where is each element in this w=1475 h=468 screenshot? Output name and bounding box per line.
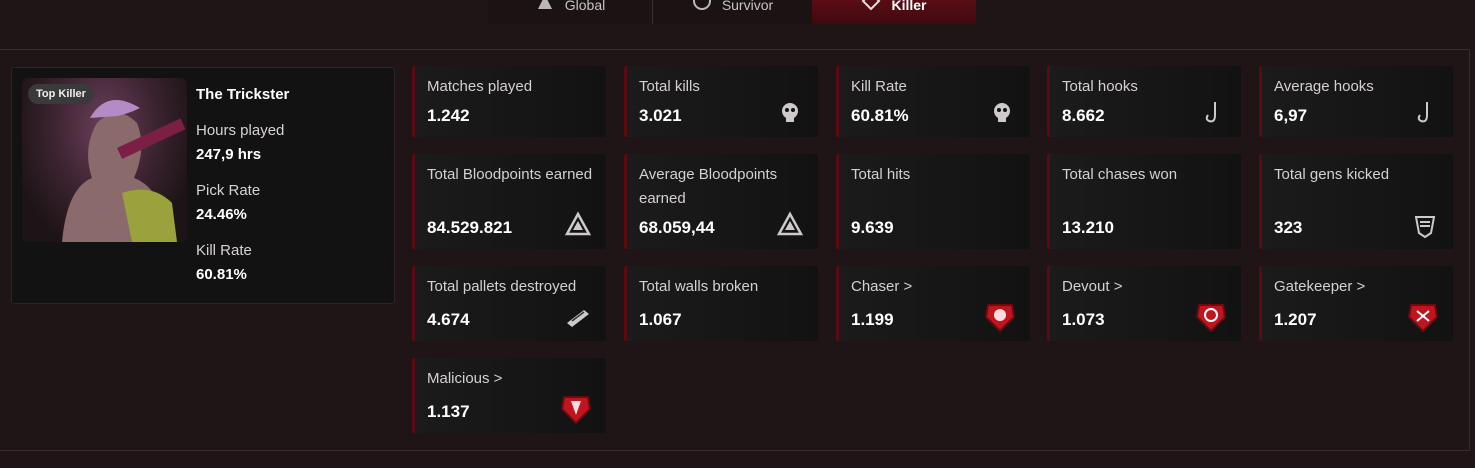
pallet-icon: [567, 310, 589, 327]
tab-survivor[interactable]: Survivor: [652, 0, 812, 24]
stat-value: 9.639: [851, 218, 894, 237]
hours-played-value: 247,9 hrs: [196, 146, 262, 163]
stat-label: Total pallets destroyed: [427, 278, 577, 295]
hours-played-label: Hours played: [196, 122, 285, 139]
stat-total-hooks: Total hooks 8.662: [1047, 66, 1241, 137]
stat-label: Average Bloodpoints earned: [639, 166, 778, 207]
tab-global[interactable]: Global: [488, 0, 652, 24]
stat-label: Total kills: [639, 78, 700, 95]
stat-label: Total Bloodpoints earned: [427, 166, 593, 183]
stat-value: 323: [1274, 218, 1303, 237]
gatekeeper-emblem-icon: [1407, 304, 1439, 333]
stat-label: Kill Rate: [851, 78, 907, 95]
stat-gatekeeper[interactable]: Gatekeeper > 1.207: [1259, 266, 1453, 341]
tab-global-label: Global: [564, 0, 606, 11]
stat-total-kills: Total kills 3.021: [624, 66, 818, 137]
kill-rate-label: Kill Rate: [196, 242, 252, 259]
kill-rate-value: 60.81%: [196, 266, 247, 283]
stat-kill-rate: Kill Rate 60.81%: [836, 66, 1030, 137]
stat-value: 1.067: [639, 310, 682, 329]
stat-total-walls-broken: Total walls broken 1.067: [624, 266, 818, 341]
skull-icon: [994, 103, 1010, 122]
stat-value: 6,97: [1274, 106, 1308, 125]
stat-total-hits: Total hits 9.639: [836, 154, 1030, 249]
stat-value: 1.199: [851, 310, 894, 329]
bloodpoints-icon: [564, 211, 592, 236]
stat-label: Average hooks: [1274, 78, 1374, 95]
stat-label: Total hits: [851, 166, 911, 183]
killer-name: The Trickster: [196, 86, 290, 103]
stat-label: Total gens kicked: [1274, 166, 1390, 183]
stat-label: Malicious >: [427, 370, 503, 387]
stat-value: 84.529.821: [427, 218, 513, 237]
stat-value: 3.021: [639, 106, 682, 125]
stat-value: 4.674: [427, 310, 470, 329]
stat-value: 1.242: [427, 106, 470, 125]
killer-icon: [862, 0, 881, 11]
bloodpoints-icon: [776, 211, 804, 236]
devout-emblem-icon: [1195, 304, 1227, 333]
stat-total-bloodpoints: Total Bloodpoints earned 84.529.821: [412, 154, 606, 249]
stat-average-bloodpoints: Average Bloodpoints earned 68.059,44: [624, 154, 818, 249]
stat-label: Chaser >: [851, 278, 913, 295]
global-icon: [537, 0, 552, 9]
stat-label: Matches played: [427, 78, 533, 95]
stat-total-gens-kicked: Total gens kicked 323: [1259, 154, 1453, 249]
pick-rate-value: 24.46%: [196, 206, 247, 223]
stat-label: Devout >: [1062, 278, 1123, 295]
tab-killer[interactable]: Killer: [812, 0, 976, 24]
chaser-emblem-icon: [984, 304, 1016, 333]
survivor-icon: [692, 0, 711, 10]
stat-devout[interactable]: Devout > 1.073: [1047, 266, 1241, 341]
stat-total-pallets-destroyed: Total pallets destroyed 4.674: [412, 266, 606, 341]
stat-value: 1.073: [1062, 310, 1105, 329]
malicious-emblem-icon: [560, 396, 592, 425]
stat-label: Total walls broken: [639, 278, 759, 295]
stat-chaser[interactable]: Chaser > 1.199: [836, 266, 1030, 341]
stat-value: 8.662: [1062, 106, 1105, 125]
stat-matches-played: Matches played 1.242: [412, 66, 606, 137]
stat-value: 1.137: [427, 402, 470, 421]
stat-label: Total chases won: [1062, 166, 1178, 183]
stat-malicious[interactable]: Malicious > 1.137: [412, 358, 606, 433]
killer-tabs: Global Survivor Killer: [488, 0, 976, 24]
stat-total-chases-won: Total chases won 13.210: [1047, 154, 1241, 249]
stat-average-hooks: Average hooks 6,97: [1259, 66, 1453, 137]
stat-value: 1.207: [1274, 310, 1317, 329]
top-killer-badge: Top Killer: [28, 84, 94, 104]
stat-value: 60.81%: [851, 106, 909, 125]
tab-survivor-label: Survivor: [721, 0, 774, 11]
hook-icon: [1205, 102, 1216, 123]
skull-icon: [782, 103, 798, 122]
tab-killer-label: Killer: [891, 0, 927, 11]
stat-label: Total hooks: [1062, 78, 1138, 95]
generator-icon: [1414, 216, 1436, 239]
stat-value: 13.210: [1062, 218, 1114, 237]
stat-label: Gatekeeper >: [1274, 278, 1366, 295]
hook-icon: [1417, 102, 1428, 123]
pick-rate-label: Pick Rate: [196, 182, 261, 199]
stat-value: 68.059,44: [639, 218, 715, 237]
